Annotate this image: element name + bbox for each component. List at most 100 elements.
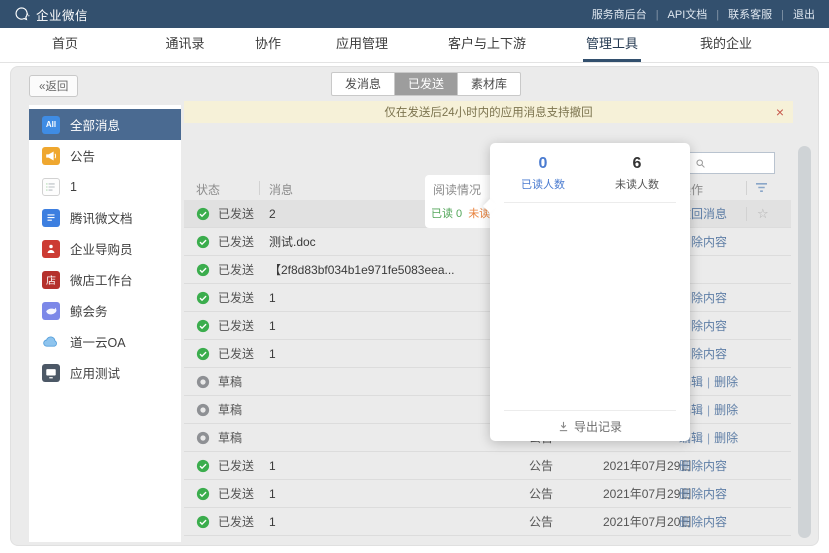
brand-name: 企业微信 (36, 5, 88, 24)
table-row[interactable]: 草稿 公告 编辑|删除 (184, 424, 791, 452)
top-bar: 企业微信 服务商后台API文档联系客服退出 (0, 0, 829, 28)
table-row[interactable]: 已发送 1 删除内容 (184, 312, 791, 340)
sidebar-item-label: 腾讯微文档 (70, 208, 133, 227)
sidebar-item-megaphone[interactable]: 公告 (29, 140, 181, 171)
sent-icon (196, 459, 210, 473)
read-status-cell (431, 396, 437, 424)
sidebar-item-person[interactable]: 企业导购员 (29, 233, 181, 264)
table-row[interactable]: 已发送 1 公告 2021年07月29日 删除内容 (184, 452, 791, 480)
download-icon (558, 421, 569, 432)
nav-item[interactable]: 管理工具 (583, 28, 641, 62)
nav-item[interactable]: 我的企业 (697, 28, 755, 59)
vertical-scrollbar[interactable] (798, 146, 811, 538)
tab[interactable]: 素材库 (457, 73, 520, 95)
message-cell: 1 (269, 284, 276, 312)
read-count-stat[interactable]: 0 已读人数 (521, 155, 565, 192)
status-cell: 草稿 (196, 396, 242, 424)
status-label: 已发送 (218, 452, 254, 480)
unread-count-label: 未读人数 (615, 176, 659, 192)
shop-icon: 店 (42, 271, 60, 289)
sidebar-item-label: 1 (70, 180, 77, 194)
col-message: 消息 (269, 181, 293, 198)
megaphone-icon (42, 147, 60, 165)
read-status-popup: 0 已读人数 6 未读人数 导出记录 (490, 143, 690, 441)
read-status-cell (431, 424, 437, 452)
notice-bar: 仅在发送后24小时内的应用消息支持撤回 × (184, 101, 793, 123)
action-link[interactable]: 删除 (714, 403, 738, 417)
read-status-cell (431, 452, 437, 480)
actions-cell: 删除内容 (679, 480, 727, 508)
star-icon[interactable]: ☆ (757, 200, 769, 228)
tab[interactable]: 已发送 (394, 73, 457, 95)
read-status-cell (431, 284, 437, 312)
search-input[interactable] (710, 156, 772, 170)
topbar-link[interactable]: 联系客服 (707, 6, 772, 22)
topbar-link[interactable]: 退出 (772, 6, 815, 22)
topbar-link[interactable]: API文档 (647, 6, 708, 22)
sidebar-item-list[interactable]: 1 (29, 171, 181, 202)
sent-icon (196, 487, 210, 501)
header-divider (259, 181, 260, 195)
all-badge-icon: All (42, 116, 60, 134)
action-link[interactable]: 删除内容 (679, 487, 727, 501)
topbar-links: 服务商后台API文档联系客服退出 (592, 6, 815, 22)
nav-item[interactable]: 协作 (252, 28, 284, 59)
action-separator: | (707, 431, 710, 445)
table-row[interactable]: 已发送 【2f8d83bf034b1e971fe5083eea... (184, 256, 791, 284)
table-row[interactable]: 草稿 编辑|删除 (184, 368, 791, 396)
nav-item[interactable]: 客户与上下游 (445, 28, 529, 59)
unread-count: 6 (615, 155, 659, 173)
close-icon[interactable]: × (776, 105, 784, 119)
action-link[interactable]: 删除内容 (679, 459, 727, 473)
action-link[interactable]: 删除 (714, 375, 738, 389)
action-link[interactable]: 删除 (714, 431, 738, 445)
search-icon (695, 158, 706, 169)
table-row[interactable]: 草稿 编辑|删除 (184, 396, 791, 424)
message-cell: 1 (269, 452, 276, 480)
sidebar-item-cloud[interactable]: 道一云OA (29, 326, 181, 357)
nav-item[interactable]: 通讯录 (162, 28, 207, 59)
sidebar-item-店[interactable]: 店 微店工作台 (29, 264, 181, 295)
read-status-cell (431, 340, 437, 368)
popup-stats: 0 已读人数 6 未读人数 (490, 143, 690, 202)
sidebar-item-monitor[interactable]: 应用测试 (29, 357, 181, 388)
sent-icon (196, 291, 210, 305)
nav-item[interactable]: 首页 (49, 28, 81, 59)
topbar-link[interactable]: 服务商后台 (592, 6, 647, 22)
read-count: 0 (521, 155, 565, 173)
tab[interactable]: 发消息 (332, 73, 394, 95)
nav-item[interactable]: 应用管理 (333, 28, 391, 59)
export-records-label: 导出记录 (574, 418, 622, 435)
unread-count-stat[interactable]: 6 未读人数 (615, 155, 659, 192)
back-button[interactable]: «返回 (29, 75, 78, 97)
status-label: 草稿 (218, 396, 242, 424)
read-status-cell (431, 480, 437, 508)
sidebar-item-whale[interactable]: 鲸会务 (29, 295, 181, 326)
table-row[interactable]: 已发送 测试.doc 删除内容 (184, 228, 791, 256)
sent-icon (196, 263, 210, 277)
sidebar-item-label: 全部消息 (70, 115, 120, 134)
action-link[interactable]: 删除内容 (679, 515, 727, 529)
monitor-icon (42, 364, 60, 382)
read-status-cell (431, 508, 437, 536)
status-label: 已发送 (218, 312, 254, 340)
sent-icon (196, 347, 210, 361)
export-records-button[interactable]: 导出记录 (490, 411, 690, 441)
notice-text: 仅在发送后24小时内的应用消息支持撤回 (384, 104, 592, 120)
filter-icon[interactable] (754, 182, 769, 196)
draft-icon (196, 431, 210, 445)
read-status-cell (431, 256, 437, 284)
status-cell: 已发送 (196, 312, 254, 340)
table-row[interactable]: 已发送 1 公告 2021年07月20日 删除内容 (184, 508, 791, 536)
sidebar-item-All[interactable]: All 全部消息 (29, 109, 181, 140)
status-label: 已发送 (218, 480, 254, 508)
status-cell: 已发送 (196, 452, 254, 480)
table-row[interactable]: 已发送 1 删除内容 (184, 340, 791, 368)
message-tabs: 发消息已发送素材库 (331, 72, 521, 96)
table-row[interactable]: 已发送 1 公告 2021年07月29日 删除内容 (184, 480, 791, 508)
sidebar-item-doc[interactable]: 腾讯微文档 (29, 202, 181, 233)
status-label: 草稿 (218, 424, 242, 452)
table-row[interactable]: 已发送 1 删除内容 (184, 284, 791, 312)
status-label: 已发送 (218, 256, 254, 284)
brand: 企业微信 (14, 5, 88, 24)
